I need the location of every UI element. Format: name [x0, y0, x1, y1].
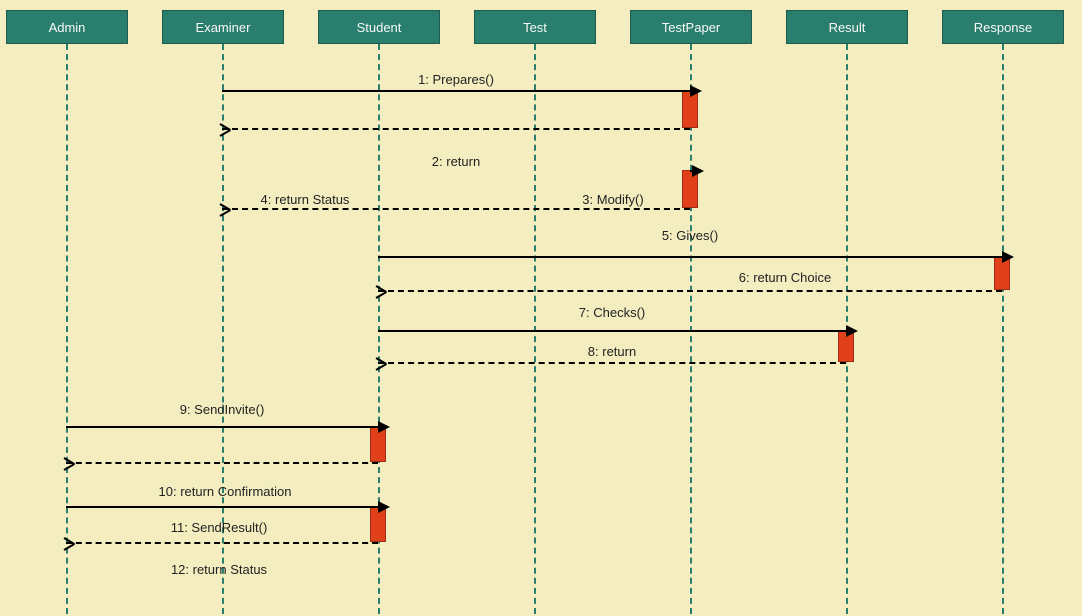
message-5	[378, 256, 1002, 258]
message-4	[222, 208, 690, 210]
message-12-arrowhead	[64, 537, 76, 549]
message-10	[66, 462, 378, 464]
participant-response: Response	[942, 10, 1064, 44]
message-1-arrowhead	[690, 85, 702, 97]
message-12	[66, 542, 378, 544]
participant-student: Student	[318, 10, 440, 44]
message-11	[66, 506, 378, 508]
message-6-label: 6: return Choice	[739, 270, 832, 285]
message-8-label: 8: return	[588, 344, 636, 359]
lifeline-response	[1002, 44, 1004, 614]
message-3	[690, 170, 692, 172]
message-10-label: 10: return Confirmation	[159, 484, 292, 499]
message-12-label: 12: return Status	[171, 562, 267, 577]
message-6-arrowhead	[376, 285, 388, 297]
message-4-label: 4: return Status	[261, 192, 350, 207]
lifeline-admin	[66, 44, 68, 614]
message-11-arrowhead	[378, 501, 390, 513]
message-11-label: 11: SendResult()	[171, 520, 268, 535]
participant-test: Test	[474, 10, 596, 44]
message-10-arrowhead	[64, 457, 76, 469]
message-2-arrowhead	[220, 123, 232, 135]
participant-testpaper: TestPaper	[630, 10, 752, 44]
message-3-label: 3: Modify()	[582, 192, 643, 207]
message-7-label: 7: Checks()	[579, 305, 645, 320]
message-4-arrowhead	[220, 203, 232, 215]
message-9-arrowhead	[378, 421, 390, 433]
message-5-label: 5: Gives()	[662, 228, 718, 243]
message-8-arrowhead	[376, 357, 388, 369]
message-2-label: 2: return	[432, 154, 480, 169]
message-7	[378, 330, 846, 332]
message-2	[222, 128, 690, 130]
participant-admin: Admin	[6, 10, 128, 44]
message-6	[378, 290, 1002, 292]
lifeline-testpaper	[690, 44, 692, 614]
message-3-arrowhead	[692, 165, 704, 177]
participant-result: Result	[786, 10, 908, 44]
message-7-arrowhead	[846, 325, 858, 337]
message-9	[66, 426, 378, 428]
message-1-label: 1: Prepares()	[418, 72, 494, 87]
message-5-arrowhead	[1002, 251, 1014, 263]
message-9-label: 9: SendInvite()	[180, 402, 265, 417]
message-1	[222, 90, 690, 92]
participant-examiner: Examiner	[162, 10, 284, 44]
message-8	[378, 362, 846, 364]
